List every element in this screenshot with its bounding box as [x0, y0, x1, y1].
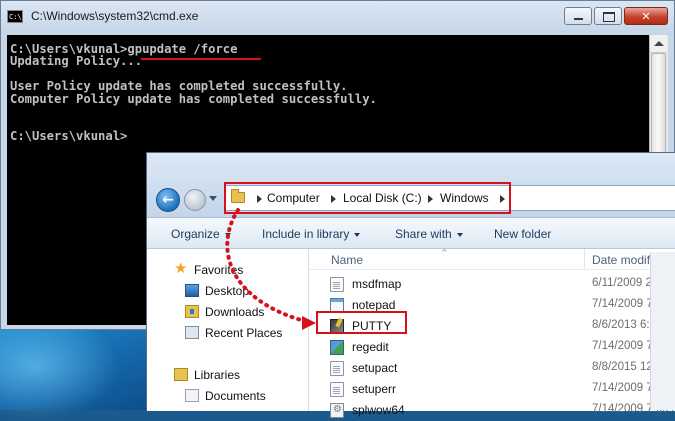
window-controls — [562, 7, 668, 27]
file-name: setupact — [352, 361, 398, 375]
file-name: regedit — [352, 340, 389, 354]
navigation-pane[interactable]: ★ Favorites Desktop Downloads Recent Pla… — [147, 249, 309, 411]
file-list-scrollbar[interactable] — [650, 252, 675, 410]
nav-recent-places[interactable]: Recent Places — [205, 326, 282, 340]
explorer-window[interactable]: ← Computer Local Disk (C:) Windows Organ… — [146, 152, 675, 418]
desktop-wallpaper — [0, 320, 146, 420]
nav-favorites[interactable]: Favorites — [194, 263, 243, 277]
document-icon — [330, 382, 344, 397]
command-bar: Organize Include in library Share with N… — [147, 217, 675, 249]
forward-arrow-icon[interactable] — [184, 189, 206, 211]
column-header-name[interactable]: Name — [331, 253, 363, 267]
recent-pages-chevron-icon[interactable] — [209, 196, 217, 201]
putty-highlight-box — [316, 311, 407, 334]
nav-desktop[interactable]: Desktop — [205, 284, 249, 298]
cmd-titlebar[interactable]: C:\ C:\Windows\system32\cmd.exe — [1, 1, 674, 35]
close-button[interactable] — [624, 7, 668, 25]
share-with-label: Share with — [395, 227, 452, 241]
file-row-setuperr[interactable]: setuperr 7/14/2009 7:09 A — [309, 379, 675, 400]
organize-button[interactable]: Organize — [171, 227, 231, 241]
desktop-icon — [185, 284, 199, 297]
back-arrow-icon[interactable]: ← — [156, 188, 180, 212]
include-in-library-button[interactable]: Include in library — [262, 227, 361, 241]
favorites-star-icon: ★ — [174, 259, 188, 277]
organize-label: Organize — [171, 227, 220, 241]
new-folder-button[interactable]: New folder — [494, 227, 551, 241]
console-line: C:\Users\vkunal> — [10, 128, 128, 143]
file-row-regedit[interactable]: regedit 7/14/2009 7:09 A — [309, 337, 675, 358]
console-line: User Policy update has completed success… — [10, 79, 348, 94]
file-name: msdfmap — [352, 277, 402, 291]
dropdown-arrow-icon — [354, 232, 361, 237]
command-highlight-underline — [141, 58, 261, 60]
wallpaper-glow — [0, 330, 120, 420]
maximize-button[interactable] — [594, 7, 622, 25]
nav-documents[interactable]: Documents — [205, 389, 266, 403]
dropdown-arrow-icon — [224, 232, 231, 237]
console-line: Computer Policy update has completed suc… — [10, 91, 377, 106]
file-name: setuperr — [352, 382, 397, 396]
console-line: Updating Policy... — [10, 54, 143, 69]
sort-chevron-up-icon: ^ — [441, 248, 448, 257]
minimize-button[interactable] — [564, 7, 592, 25]
document-icon — [330, 277, 344, 292]
libraries-icon — [174, 368, 188, 381]
documents-icon — [185, 389, 199, 402]
regedit-icon — [330, 340, 344, 355]
share-with-button[interactable]: Share with — [395, 227, 463, 241]
file-name: splwow64 — [352, 403, 405, 417]
header-divider — [309, 269, 675, 270]
nav-libraries[interactable]: Libraries — [194, 368, 240, 382]
file-row-setupact[interactable]: setupact 8/8/2015 12:41 A — [309, 358, 675, 379]
file-row-msdfmap[interactable]: msdfmap 6/11/2009 2:06 A — [309, 274, 675, 295]
nav-downloads[interactable]: Downloads — [205, 305, 264, 319]
include-in-library-label: Include in library — [262, 227, 350, 241]
cmd-window-title: C:\Windows\system32\cmd.exe — [31, 9, 199, 23]
scroll-up-arrow-icon[interactable] — [650, 35, 667, 53]
dropdown-arrow-icon — [456, 232, 463, 237]
address-highlight-box — [224, 182, 511, 214]
recent-places-icon — [185, 326, 199, 339]
file-row-splwow64[interactable]: splwow64 7/14/2009 7:09 A — [309, 400, 675, 421]
cmd-app-icon[interactable]: C:\ — [7, 10, 23, 23]
downloads-folder-icon — [185, 305, 199, 318]
document-icon — [330, 361, 344, 376]
column-divider[interactable] — [584, 249, 585, 269]
gear-icon — [330, 403, 344, 418]
file-name: notepad — [352, 298, 396, 312]
